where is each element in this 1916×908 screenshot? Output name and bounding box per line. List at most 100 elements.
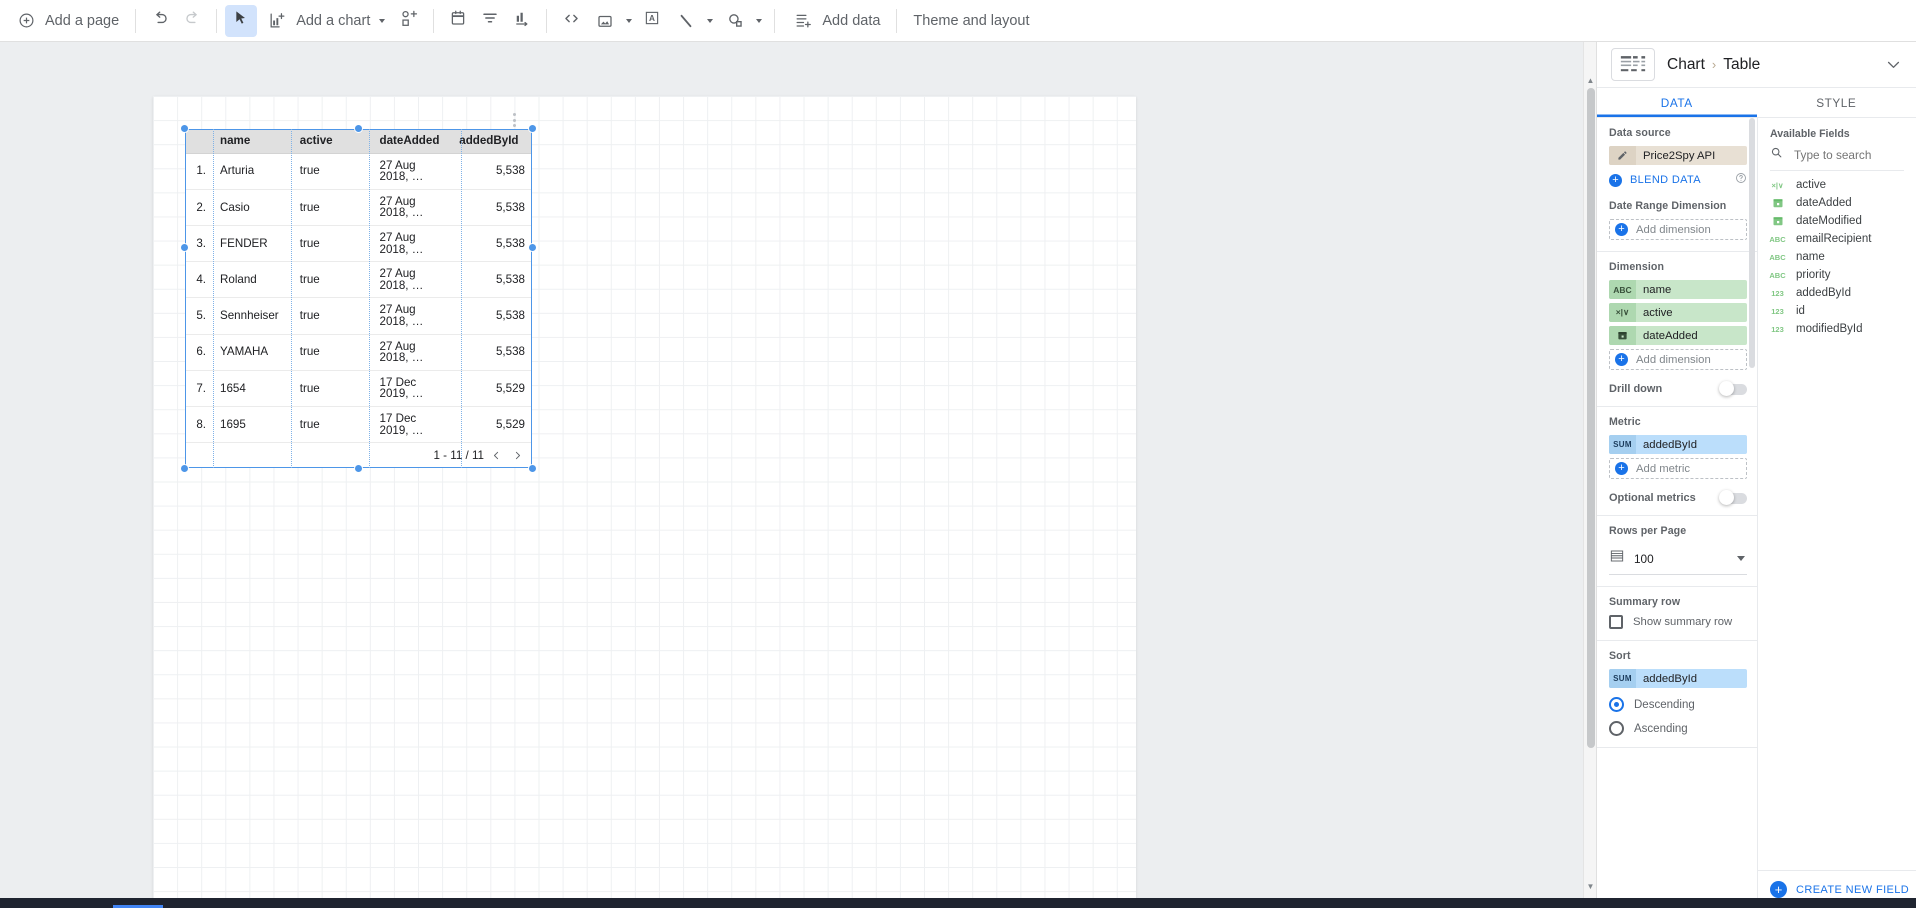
embed-button[interactable] (555, 5, 587, 37)
redo-button[interactable] (176, 5, 208, 37)
optional-metrics-toggle[interactable] (1719, 490, 1747, 505)
field-item-modifiedById[interactable]: 123 modifiedById (1758, 320, 1916, 338)
table-chart-icon[interactable] (1611, 48, 1655, 81)
breadcrumb-root[interactable]: Chart (1667, 56, 1705, 74)
shape-button[interactable] (717, 5, 766, 37)
sort-field-chip[interactable]: SUM addedById (1609, 669, 1747, 688)
resize-handle-top-right[interactable] (528, 124, 537, 133)
data-source-chip[interactable]: Price2Spy API (1609, 146, 1747, 165)
pagination-prev-icon[interactable] (488, 447, 505, 464)
table-row[interactable]: 5. Sennheiser true 27 Aug 2018, … 5,538 (185, 297, 532, 335)
table-row[interactable]: 2. Casio true 27 Aug 2018, … 5,538 (185, 189, 532, 226)
tab-style[interactable]: STYLE (1757, 88, 1916, 117)
divider (135, 8, 137, 33)
rows-per-page-select[interactable]: 100 (1609, 544, 1747, 575)
search-input[interactable] (1792, 147, 1904, 163)
canvas-scrollbar[interactable]: ▲ ▼ (1583, 42, 1596, 908)
theme-and-layout-button[interactable]: Theme and layout (905, 5, 1037, 37)
pencil-icon[interactable] (1609, 146, 1636, 165)
field-item-priority[interactable]: ABC priority (1758, 266, 1916, 284)
image-button[interactable] (587, 5, 636, 37)
table-row[interactable]: 8. 1695 true 17 Dec 2019, … 5,529 (185, 406, 532, 444)
dimension-chip-name[interactable]: ABC name (1609, 280, 1747, 299)
scroll-up-icon[interactable]: ▲ (1584, 72, 1596, 88)
blend-data-button[interactable]: + BLEND DATA (1609, 171, 1747, 189)
column-divider[interactable] (213, 129, 214, 469)
summary-row-section: Summary row Show summary row (1597, 587, 1757, 641)
field-item-addedById[interactable]: 123 addedById (1758, 284, 1916, 302)
column-divider[interactable] (291, 129, 292, 469)
divider (896, 8, 898, 33)
table-row[interactable]: 3. FENDER true 27 Aug 2018, … 5,538 (185, 225, 532, 263)
dimension-chip-dateAdded[interactable]: dateAdded (1609, 326, 1747, 345)
panel-settings-column[interactable]: Data source Price2Spy API + BLEND DATA D… (1597, 118, 1757, 908)
sort-descending-radio[interactable]: Descending (1609, 697, 1747, 712)
add-data-icon (791, 9, 815, 33)
resize-handle-bottom-left[interactable] (180, 464, 189, 474)
chevron-down-icon (756, 18, 763, 23)
resize-handle-top-center[interactable] (354, 124, 363, 133)
add-control-button[interactable] (393, 5, 425, 37)
field-item-emailRecipient[interactable]: ABC emailRecipient (1758, 230, 1916, 248)
metric-chip-addedById[interactable]: SUM addedById (1609, 435, 1747, 454)
column-divider[interactable] (461, 129, 462, 469)
filter-control-button[interactable] (474, 5, 506, 37)
plus-icon: + (1609, 173, 1622, 187)
drill-down-toggle[interactable] (1719, 381, 1747, 396)
dimension-chip-active[interactable]: ×|∨ active (1609, 303, 1747, 322)
add-date-range-dimension-button[interactable]: + Add dimension (1609, 219, 1747, 240)
resize-handle-top-left[interactable] (180, 124, 189, 133)
cell-dateAdded: 17 Dec 2019, … (372, 406, 453, 444)
report-canvas[interactable]: name active dateAdded addedById 1. Artur… (0, 42, 1596, 908)
resize-handle-bottom-right[interactable] (528, 464, 537, 474)
sort-control-button[interactable] (506, 5, 538, 37)
panel-scrollbar[interactable] (1748, 118, 1757, 908)
report-page[interactable]: name active dateAdded addedById 1. Artur… (153, 96, 1136, 908)
date-range-control-button[interactable] (442, 5, 474, 37)
add-chart-button[interactable]: Add a chart (257, 5, 393, 37)
sort-ascending-radio[interactable]: Ascending (1609, 721, 1747, 736)
chevron-down-icon[interactable] (1737, 556, 1745, 561)
table-header-name[interactable]: name (213, 129, 293, 154)
resize-handle-middle-left[interactable] (180, 243, 189, 252)
tab-data[interactable]: DATA (1597, 88, 1757, 117)
show-summary-row-checkbox[interactable]: Show summary row (1609, 615, 1747, 629)
field-item-name[interactable]: ABC name (1758, 248, 1916, 266)
line-button[interactable] (668, 5, 717, 37)
available-fields-column: Available Fields ×|∨ active (1757, 118, 1916, 908)
resize-handle-bottom-center[interactable] (354, 464, 363, 474)
question-mark-icon[interactable] (1735, 171, 1747, 189)
table-header-addedById[interactable]: addedById (452, 129, 532, 154)
add-dimension-button[interactable]: + Add dimension (1609, 349, 1747, 370)
table-chart-widget[interactable]: name active dateAdded addedById 1. Artur… (180, 113, 537, 474)
cell-name: FENDER (213, 225, 293, 263)
table-row[interactable]: 7. 1654 true 17 Dec 2019, … 5,529 (185, 370, 532, 407)
table-header-dateAdded[interactable]: dateAdded (372, 129, 453, 154)
add-metric-button[interactable]: + Add metric (1609, 458, 1747, 479)
scroll-down-icon[interactable]: ▼ (1584, 878, 1596, 894)
scrollbar-thumb[interactable] (1586, 88, 1595, 748)
add-page-button[interactable]: Add a page (6, 5, 127, 37)
panel-body: Data source Price2Spy API + BLEND DATA D… (1597, 118, 1916, 908)
field-item-id[interactable]: 123 id (1758, 302, 1916, 320)
resize-handle-middle-right[interactable] (528, 243, 537, 252)
collapse-panel-button[interactable] (1882, 54, 1904, 76)
add-data-button[interactable]: Add data (783, 5, 888, 37)
pagination-next-icon[interactable] (509, 447, 526, 464)
undo-button[interactable] (144, 5, 176, 37)
table-header-active[interactable]: active (292, 129, 373, 154)
column-divider[interactable] (369, 129, 370, 469)
table-row[interactable]: 4. Roland true 27 Aug 2018, … 5,538 (185, 261, 532, 299)
scrollbar-thumb[interactable] (1749, 118, 1755, 368)
drag-handle[interactable] (509, 113, 519, 127)
table-row[interactable]: 1. Arturia true 27 Aug 2018, … 5,538 (185, 153, 532, 190)
field-item-dateModified[interactable]: dateModified (1758, 212, 1916, 230)
select-tool-button[interactable] (225, 4, 258, 37)
field-search-box[interactable] (1770, 146, 1904, 171)
dimension-label: dateAdded (1643, 329, 1698, 342)
text-box-button[interactable]: A (636, 5, 668, 37)
data-table[interactable]: name active dateAdded addedById 1. Artur… (185, 129, 532, 444)
field-item-dateAdded[interactable]: dateAdded (1758, 194, 1916, 212)
table-row[interactable]: 6. YAMAHA true 27 Aug 2018, … 5,538 (185, 334, 532, 371)
field-item-active[interactable]: ×|∨ active (1758, 176, 1916, 194)
